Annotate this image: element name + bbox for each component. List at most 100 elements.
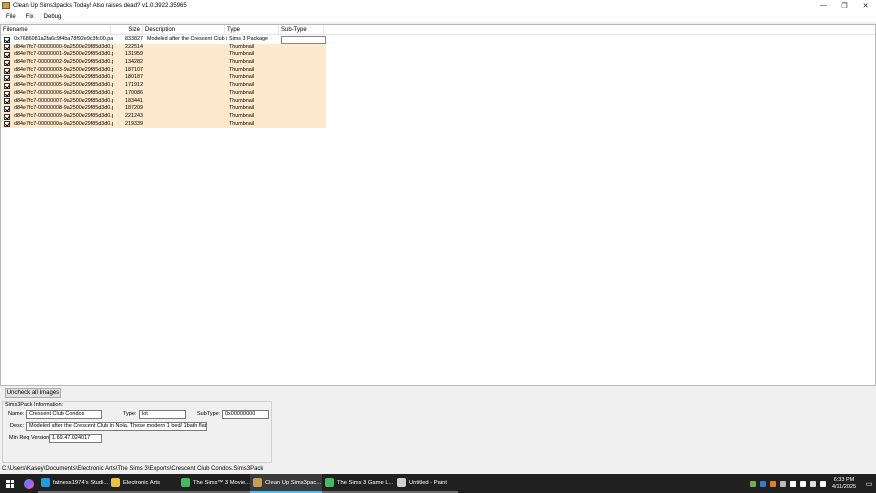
row-checkbox[interactable] bbox=[4, 67, 10, 74]
close-button[interactable]: ✕ bbox=[855, 0, 876, 11]
start-button[interactable] bbox=[0, 474, 20, 493]
row-checkbox[interactable] bbox=[4, 36, 10, 43]
table-row[interactable]: d84e7fc7-00000002-9a2500e29f85d3d0.png 13… bbox=[1, 59, 326, 67]
taskbar-item-label: The Sims 3 Game L... bbox=[337, 479, 394, 486]
cell-filename: d84e7fc7-00000009-9a2500e29f85d3d0.png bbox=[14, 112, 113, 119]
cell-size: 171912 bbox=[125, 82, 143, 89]
table-row[interactable]: d84e7fc7-0000000a-9a2500e29f85d3d0.png 21… bbox=[1, 120, 326, 129]
pinned-copilot[interactable] bbox=[20, 474, 38, 493]
column-size[interactable]: Size bbox=[111, 25, 143, 35]
menu-debug[interactable]: Debug bbox=[40, 14, 66, 20]
edge-icon bbox=[41, 478, 50, 487]
status-path: C:\Users\Kasey\Documents\Electronic Arts… bbox=[2, 466, 264, 472]
taskbar-item[interactable]: Electronic Arts bbox=[108, 474, 178, 493]
paint-icon bbox=[397, 478, 406, 487]
cell-size: 221243 bbox=[125, 112, 143, 119]
clock[interactable]: 6:33 PM 4/11/2025 bbox=[832, 477, 856, 491]
taskbar-item[interactable]: The Sims 3 Game L... bbox=[322, 474, 394, 493]
windows-logo-icon bbox=[6, 479, 14, 488]
column-subtype[interactable]: Sub-Type bbox=[279, 25, 324, 35]
cell-description bbox=[145, 59, 227, 67]
table-row[interactable]: d84e7fc7-00000007-9a2500e29f85d3d0.png 18… bbox=[1, 97, 326, 106]
cell-filename: d84e7fc7-0000000a-9a2500e29f85d3d0.png bbox=[14, 120, 113, 127]
bluetooth-icon[interactable] bbox=[809, 480, 816, 487]
table-row[interactable]: d84e7fc7-00000005-9a2500e29f85d3d0.png 17… bbox=[1, 82, 326, 90]
row-checkbox[interactable] bbox=[4, 121, 10, 128]
table-row[interactable]: 0x7686081a2fa6c9f4ba78f92e9c3fc00.pa... 8… bbox=[1, 36, 326, 44]
cell-subtype bbox=[281, 67, 326, 75]
cell-type: Thumbnail bbox=[229, 89, 255, 96]
min-req-version-label: Min Req Version: bbox=[9, 435, 51, 441]
cell-filename: d84e7fc7-00000008-9a2500e29f85d3d0.png bbox=[14, 105, 113, 112]
row-checkbox[interactable] bbox=[4, 98, 10, 105]
table-row[interactable]: d84e7fc7-00000001-9a2500e29f85d3d0.png 13… bbox=[1, 51, 326, 60]
menu-file[interactable]: File bbox=[2, 14, 20, 20]
desc-field[interactable]: Modeled after the Crescent Club in Nola.… bbox=[26, 422, 207, 431]
tray-security-icon[interactable] bbox=[779, 480, 786, 487]
column-type[interactable]: Type bbox=[225, 25, 279, 35]
volume-icon[interactable] bbox=[819, 480, 826, 487]
table-row[interactable]: d84e7fc7-00000004-9a2500e29f85d3d0.png 18… bbox=[1, 74, 326, 83]
row-checkbox[interactable] bbox=[4, 105, 10, 112]
cell-type: Thumbnail bbox=[229, 74, 255, 81]
cell-size: 222514 bbox=[125, 43, 143, 50]
file-list[interactable]: Filename Size Description Type Sub-Type … bbox=[0, 24, 876, 386]
cell-size: 187107 bbox=[125, 66, 143, 73]
menu-fix[interactable]: Fix bbox=[22, 14, 38, 20]
taskbar-item-label: fatness1974's Studi... bbox=[53, 479, 108, 486]
cell-type: Thumbnail bbox=[229, 43, 255, 50]
tray-app-icon[interactable] bbox=[749, 480, 756, 487]
subtype-field[interactable]: 0x00000000 bbox=[222, 410, 269, 419]
desc-label: Desc: bbox=[10, 423, 25, 429]
taskbar-item[interactable]: fatness1974's Studi... bbox=[38, 474, 108, 493]
cell-type: Thumbnail bbox=[229, 66, 255, 73]
type-field[interactable]: lot bbox=[139, 410, 186, 419]
battery-icon[interactable] bbox=[789, 480, 796, 487]
row-checkbox[interactable] bbox=[4, 75, 10, 82]
row-checkbox[interactable] bbox=[4, 44, 10, 51]
taskbar-item[interactable]: The Sims™ 3 Movie... bbox=[178, 474, 250, 493]
table-row[interactable]: d84e7fc7-00000003-9a2500e29f85d3d0.png 18… bbox=[1, 66, 326, 75]
clock-time: 6:33 PM bbox=[833, 476, 855, 483]
taskbar-item-label: Electronic Arts bbox=[123, 479, 161, 486]
cell-description bbox=[145, 51, 227, 59]
table-row[interactable]: d84e7fc7-00000009-9a2500e29f85d3d0.png 22… bbox=[1, 112, 326, 121]
name-field[interactable]: Crescent Club Condos bbox=[26, 410, 102, 419]
uncheck-all-images-button[interactable]: Uncheck all Images bbox=[5, 388, 61, 398]
cell-type: Thumbnail bbox=[229, 59, 255, 66]
minimize-button[interactable]: — bbox=[813, 0, 834, 11]
column-description[interactable]: Description bbox=[143, 25, 225, 35]
column-filename[interactable]: Filename bbox=[1, 25, 111, 35]
network-icon[interactable] bbox=[799, 480, 806, 487]
min-req-version-field[interactable]: 1.69.47.024017 bbox=[49, 434, 102, 443]
taskbar-item[interactable]: Clean Up Sims3pac... bbox=[250, 474, 322, 493]
cell-size: 180187 bbox=[125, 74, 143, 81]
taskbar-item[interactable]: Untitled - Paint bbox=[394, 474, 458, 493]
cell-type: Thumbnail bbox=[229, 82, 255, 89]
cell-description bbox=[145, 105, 227, 113]
cell-size: 131959 bbox=[125, 51, 143, 58]
restore-button[interactable]: ❐ bbox=[834, 0, 855, 11]
cell-subtype bbox=[281, 113, 326, 121]
taskbar-item-label: The Sims™ 3 Movie... bbox=[193, 479, 250, 486]
app-icon bbox=[2, 2, 10, 9]
table-row[interactable]: d84e7fc7-00000006-9a2500e29f85d3d0.png 17… bbox=[1, 89, 326, 98]
cell-type: Thumbnail bbox=[229, 97, 255, 104]
table-row[interactable]: d84e7fc7-00000000-9a2500e29f85d3d0.png 22… bbox=[1, 43, 326, 52]
table-row[interactable]: d84e7fc7-00000008-9a2500e29f85d3d0.png 18… bbox=[1, 105, 326, 113]
tray-app2-icon[interactable] bbox=[769, 480, 776, 487]
row-checkbox[interactable] bbox=[4, 113, 10, 120]
cell-filename: d84e7fc7-00000002-9a2500e29f85d3d0.png bbox=[14, 59, 113, 66]
cell-filename: d84e7fc7-00000001-9a2500e29f85d3d0.png bbox=[14, 51, 113, 58]
cell-type: Sims 3 Package bbox=[229, 36, 268, 42]
folder-icon bbox=[111, 478, 120, 487]
row-checkbox[interactable] bbox=[4, 90, 10, 97]
row-checkbox[interactable] bbox=[4, 52, 10, 59]
notification-icon[interactable]: ▭ bbox=[862, 474, 876, 493]
cell-subtype bbox=[281, 59, 326, 67]
row-checkbox[interactable] bbox=[4, 82, 10, 89]
sims-icon bbox=[181, 478, 190, 487]
row-checkbox[interactable] bbox=[4, 59, 10, 66]
cell-description bbox=[145, 82, 227, 90]
tray-steam-icon[interactable] bbox=[759, 480, 766, 487]
